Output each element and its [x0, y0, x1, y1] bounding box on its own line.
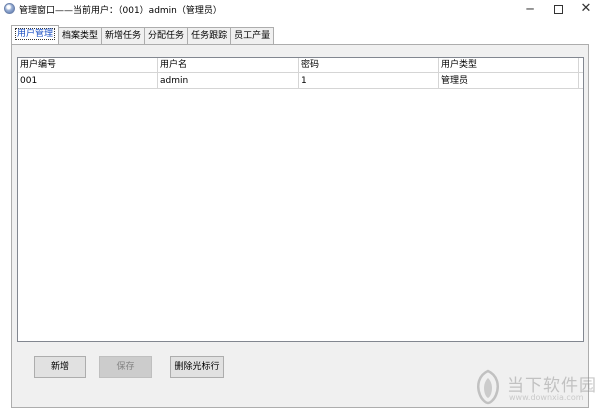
tab-new-task[interactable]: 新增任务 — [101, 27, 146, 44]
tab-employee-output[interactable]: 员工产量 — [230, 27, 275, 44]
app-icon — [4, 3, 15, 14]
column-header-password[interactable]: 密码 — [299, 58, 439, 73]
cell-password[interactable]: 1 — [299, 73, 439, 89]
close-button[interactable]: ✕ — [572, 0, 600, 19]
window-title: 管理窗口——当前用户：（001）admin（管理员） — [19, 6, 222, 16]
tab-label: 用户管理 — [15, 28, 56, 40]
maximize-button[interactable] — [544, 0, 572, 19]
management-window: 管理窗口——当前用户：（001）admin（管理员） ─ ✕ 用户管理 档案类型… — [0, 0, 600, 418]
delete-row-button[interactable]: 删除光标行 — [170, 356, 224, 378]
column-header-user-id[interactable]: 用户编号 — [18, 58, 158, 73]
column-header-username[interactable]: 用户名 — [158, 58, 299, 73]
watermark-logo-icon — [477, 369, 499, 405]
cell-username[interactable]: admin — [158, 73, 299, 89]
watermark: 当下软件园 www.downxia.com — [473, 365, 596, 409]
tab-task-tracking[interactable]: 任务跟踪 — [187, 27, 232, 44]
tab-user-management[interactable]: 用户管理 — [11, 25, 60, 44]
user-grid[interactable]: 用户编号 用户名 密码 用户类型 001 admin 1 管理员 — [17, 57, 584, 342]
save-button[interactable]: 保存 — [99, 356, 152, 378]
cell-user-id[interactable]: 001 — [18, 73, 158, 89]
tab-assign-task[interactable]: 分配任务 — [144, 27, 189, 44]
watermark-url: www.downxia.com — [509, 393, 584, 402]
tab-archive-types[interactable]: 档案类型 — [58, 27, 103, 44]
tab-strip: 用户管理 档案类型 新增任务 分配任务 任务跟踪 员工产量 — [11, 25, 275, 44]
title-bar: 管理窗口——当前用户：（001）admin（管理员） ─ ✕ — [0, 0, 600, 19]
grid-header: 用户编号 用户名 密码 用户类型 — [18, 58, 583, 73]
minimize-button[interactable]: ─ — [516, 0, 544, 19]
cell-user-type[interactable]: 管理员 — [439, 73, 579, 89]
maximize-icon — [553, 5, 563, 14]
table-row[interactable]: 001 admin 1 管理员 — [18, 73, 583, 89]
add-button[interactable]: 新增 — [34, 356, 86, 378]
column-header-user-type[interactable]: 用户类型 — [439, 58, 579, 73]
tab-panel-user-management: 用户编号 用户名 密码 用户类型 001 admin 1 管理员 新增 保存 删… — [11, 44, 589, 408]
